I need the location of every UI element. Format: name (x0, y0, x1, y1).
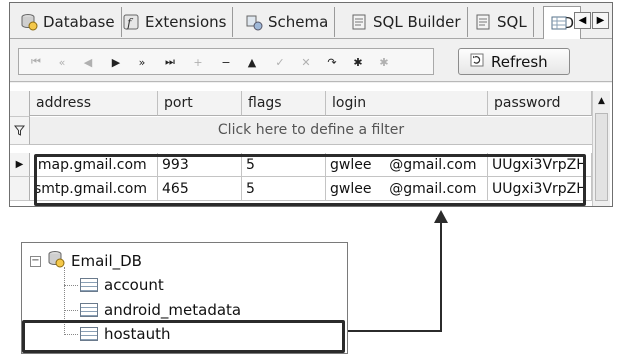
last-record-button[interactable]: ⏭ (159, 52, 181, 72)
data-icon (550, 14, 567, 32)
tab-label: Schema (268, 13, 329, 31)
database-tree: − Email_DB account android_metadata host… (21, 242, 348, 354)
tab-label: SQL Builder (373, 13, 461, 31)
tab-scroll-right-button[interactable]: ▶ (592, 12, 609, 29)
tree-node-table[interactable]: android_metadata (80, 301, 241, 319)
next-page-button[interactable]: » (131, 52, 153, 72)
tab-extensions[interactable]: f Extensions (116, 7, 234, 37)
post-edit-button[interactable]: ✓ (269, 52, 291, 72)
refresh-icon (469, 52, 485, 72)
tab-sql[interactable]: SQL (468, 7, 534, 37)
column-header-flags[interactable]: flags (242, 91, 326, 116)
current-row-indicator: ▶ (10, 153, 30, 177)
arrow-up-icon (434, 210, 448, 223)
selected-node-highlight-box (22, 320, 345, 353)
refresh-button[interactable]: Refresh (458, 48, 570, 75)
tree-node-label: Email_DB (71, 252, 142, 270)
tree-line (64, 310, 78, 311)
filter-icon[interactable] (10, 117, 30, 145)
prior-record-button[interactable]: ◀ (77, 52, 99, 72)
refresh-label: Refresh (491, 52, 548, 71)
filter-row[interactable]: Click here to define a filter (30, 117, 592, 145)
grid-corner (10, 91, 30, 117)
connector-line-horizontal (344, 330, 442, 332)
sql-builder-icon (350, 13, 368, 31)
tree-node-table[interactable]: account (80, 276, 164, 294)
sql-icon (474, 13, 492, 31)
collapse-icon[interactable]: − (30, 255, 41, 267)
column-header-address[interactable]: address (30, 91, 158, 116)
first-record-button[interactable]: ⏮ (25, 52, 47, 72)
table-icon (80, 278, 98, 292)
tree-node-label: account (104, 276, 164, 294)
tree-line (64, 285, 78, 286)
chevron-left-icon: ◀ (578, 15, 587, 26)
clear-filter-button[interactable]: ✱ (373, 52, 395, 72)
tab-label: Extensions (145, 13, 227, 31)
apply-filter-button[interactable]: ✱ (347, 52, 369, 72)
row-indicator (10, 177, 30, 201)
schema-icon (245, 13, 263, 31)
column-header-password[interactable]: password (488, 91, 592, 116)
rows-highlight-box (34, 154, 586, 206)
prior-page-button[interactable]: « (51, 52, 73, 72)
connector-line-vertical (440, 222, 442, 331)
tab-database[interactable]: Database (14, 7, 122, 37)
navigator-button-group: ⏮ «◀ ▶» ⏭ + − ▲ ✓ ✕ ↷ ✱ ✱ (18, 48, 434, 75)
table-data-window: Database f Extensions Schema SQL Builder… (9, 2, 613, 207)
column-header-port[interactable]: port (158, 91, 242, 116)
table-icon (80, 303, 98, 317)
tree-node-label: android_metadata (104, 301, 242, 319)
refresh-records-button[interactable]: ↷ (321, 52, 343, 72)
tab-label: Database (43, 13, 115, 31)
insert-record-button[interactable]: + (187, 52, 209, 72)
tab-schema[interactable]: Schema (239, 7, 336, 37)
tab-sql-builder[interactable]: SQL Builder (344, 7, 468, 37)
column-header-login[interactable]: login (326, 91, 488, 116)
database-icon (47, 250, 65, 272)
data-grid: address port flags login password Click … (10, 83, 612, 206)
data-navigator: ⏮ «◀ ▶» ⏭ + − ▲ ✓ ✕ ↷ ✱ ✱ Refresh (10, 40, 612, 82)
tab-label: SQL (497, 13, 527, 31)
edit-record-button[interactable]: ▲ (241, 52, 263, 72)
database-icon (20, 13, 38, 31)
tab-bar: Database f Extensions Schema SQL Builder… (10, 3, 612, 39)
scroll-up-icon[interactable]: ▲ (593, 91, 610, 111)
chevron-right-icon: ▶ (596, 15, 605, 26)
vertical-scrollbar[interactable]: ▲ (592, 91, 610, 206)
delete-record-button[interactable]: − (215, 52, 237, 72)
extensions-icon: f (122, 13, 140, 31)
tree-node-root[interactable]: − Email_DB (30, 250, 142, 272)
scrollbar-thumb[interactable] (595, 113, 608, 201)
cancel-edit-button[interactable]: ✕ (295, 52, 317, 72)
tab-scroll-left-button[interactable]: ◀ (574, 12, 591, 29)
next-record-button[interactable]: ▶ (105, 52, 127, 72)
